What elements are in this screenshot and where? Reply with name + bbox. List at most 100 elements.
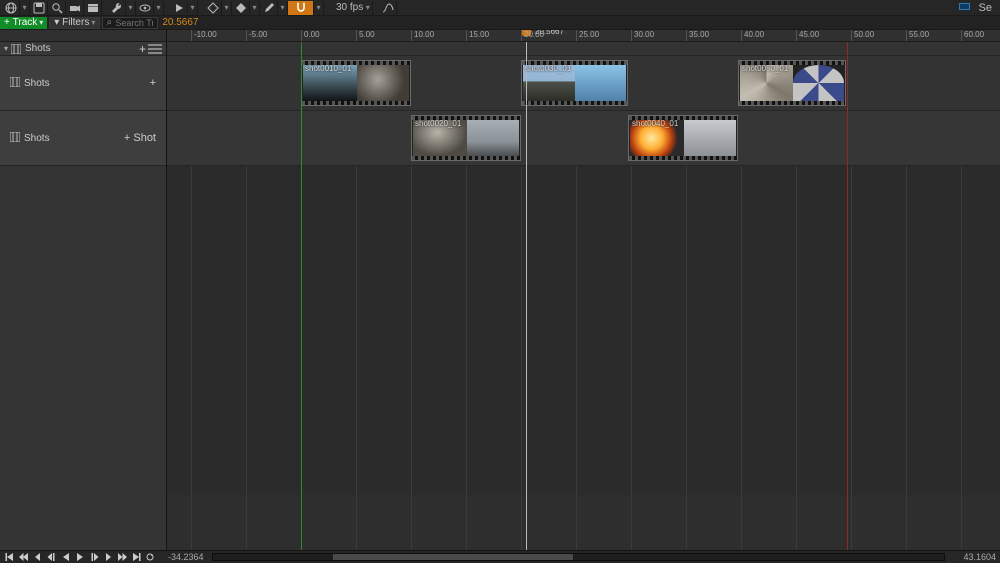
play-icon[interactable] [170,1,188,15]
camera-icon[interactable] [66,1,84,15]
subtrack-label: Shots [24,78,50,89]
bottom-time-left: -34.2364 [168,552,204,562]
keyframe-icon[interactable] [204,1,222,15]
track-lane-1[interactable]: shot0010_01 shot0030_01 shot0050_01 [167,56,1000,111]
ruler-tick-label: 35.00 [687,30,709,39]
clapper-icon[interactable] [84,1,102,15]
prev-key-icon[interactable] [32,552,44,563]
keyframe-dropdown-icon[interactable]: ▾ [222,1,232,15]
ruler-tick-label: 40.00 [742,30,764,39]
ruler-tick-label: 30.00 [632,30,654,39]
shots-subtrack-2[interactable]: Shots + Shot [0,111,166,166]
clip-shot0050_01[interactable]: shot0050_01 [738,60,846,106]
bottom-time-right: 43.1604 [963,552,996,562]
step-fwd-icon[interactable] [88,552,100,563]
play-forward-icon[interactable] [74,552,86,563]
snap-icon[interactable] [288,1,314,15]
globe-dropdown-icon[interactable]: ▾ [20,1,30,15]
clip-label: shot0020_01 [415,119,461,128]
clip-shot0040_01[interactable]: shot0040_01 [628,115,738,161]
ruler-tick-label: 20.00 [522,30,544,39]
add-track-button[interactable]: + Track ▾ [0,17,47,29]
transport-bar: -34.2364 43.1604 [0,550,1000,563]
plus-icon[interactable]: + [150,77,156,89]
eye-dropdown-icon[interactable]: ▾ [154,1,164,15]
film-icon [10,43,22,55]
add-track-label: Track [13,17,38,29]
filters-label: Filters [62,17,89,28]
wrench-dropdown-icon[interactable]: ▾ [126,1,136,15]
ruler-tick-label: -5.00 [247,30,267,39]
header-lane [167,42,1000,56]
plus-icon: + [4,17,13,29]
snap-dropdown-icon[interactable]: ▾ [314,1,324,15]
go-end-icon[interactable] [130,552,142,563]
ruler-corner [0,30,167,41]
film-icon [10,77,20,90]
main-panel: Shots + Shots + Shots + Shot shot [0,42,1000,550]
tracks-area[interactable]: shot0010_01 shot0030_01 shot0050_01 shot00… [167,42,1000,550]
outline-panel: Shots + Shots + Shots + Shot [0,42,167,550]
pencil-dropdown-icon[interactable]: ▾ [278,1,288,15]
ruler-tick-label: 60.00 [962,30,984,39]
eye-icon[interactable] [136,1,154,15]
chevron-down-icon: ▾ [91,18,95,27]
fps-label[interactable]: 30 fps [336,2,363,13]
keyframe-filled-icon[interactable] [232,1,250,15]
shots-folder-row[interactable]: Shots + [0,42,166,56]
clip-shot0030_01[interactable]: shot0030_01 [521,60,628,106]
track-controls-row: + Track ▾ ▾ Filters ▾ ⌕ 20.5667 [0,16,1000,30]
sequence-icon[interactable] [959,3,973,13]
ruler-tick-label: 25.00 [577,30,599,39]
step-back-icon[interactable] [46,552,58,563]
clip-label: shot0030_01 [525,64,571,73]
search-icon: ⌕ [103,17,115,28]
next-key-icon[interactable] [102,552,114,563]
clip-shot0020_01[interactable]: shot0020_01 [411,115,521,161]
globe-icon[interactable] [2,1,20,15]
curve-icon[interactable] [379,1,397,15]
add-shot-button[interactable]: + Shot [124,132,156,144]
clip-shot0010_01[interactable]: shot0010_01 [301,60,411,106]
ruler-tick-label: -10.00 [192,30,217,39]
ruler-tick-label: 15.00 [467,30,489,39]
main-toolbar: ▾ ▾ ▾ ▾ ▾ ▾ ▾ ▾ 30 fps ▾ Se [0,0,1000,16]
search-field[interactable] [115,18,153,28]
film-icon [10,132,20,145]
plus-icon[interactable]: + [139,44,146,54]
clip-label: shot0010_01 [305,64,351,73]
hamburger-icon[interactable] [148,44,162,54]
shots-subtrack-1[interactable]: Shots + [0,56,166,111]
track-lane-2[interactable]: shot0020_01 shot0040_01 [167,111,1000,166]
go-start-icon[interactable] [4,552,16,563]
fps-dropdown-icon[interactable]: ▾ [363,1,373,15]
keyframe-filled-dropdown-icon[interactable]: ▾ [250,1,260,15]
funnel-icon: ▾ [54,17,62,28]
current-time-label[interactable]: 20.5667 [162,17,198,28]
scrollbar-thumb[interactable] [333,554,573,560]
play-dropdown-icon[interactable]: ▾ [188,1,198,15]
loop-icon[interactable] [144,552,156,563]
clip-label: shot0050_01 [742,64,788,73]
ruler-tick-label: 55.00 [907,30,929,39]
pencil-icon[interactable] [260,1,278,15]
clip-label: shot0040_01 [632,119,678,128]
find-icon[interactable] [48,1,66,15]
play-reverse-icon[interactable] [60,552,72,563]
ruler: 20.5667 -10.00-5.000.005.0010.0015.0020.… [0,30,1000,42]
ruler-tick-label: 5.00 [357,30,375,39]
search-input[interactable]: ⌕ [102,17,158,29]
right-cut-label[interactable]: Se [973,2,998,14]
folder-label: Shots [25,43,51,54]
empty-gutter [167,166,1000,495]
ruler-tick-label: 50.00 [852,30,874,39]
next-shot-icon[interactable] [116,552,128,563]
time-ruler[interactable]: 20.5667 -10.00-5.000.005.0010.0015.0020.… [167,30,1000,41]
prev-shot-icon[interactable] [18,552,30,563]
chevron-down-icon: ▾ [39,17,43,29]
horizontal-scrollbar[interactable] [212,553,946,561]
playhead-line[interactable] [526,42,527,550]
wrench-icon[interactable] [108,1,126,15]
filters-button[interactable]: ▾ Filters ▾ [49,17,100,29]
save-icon[interactable] [30,1,48,15]
